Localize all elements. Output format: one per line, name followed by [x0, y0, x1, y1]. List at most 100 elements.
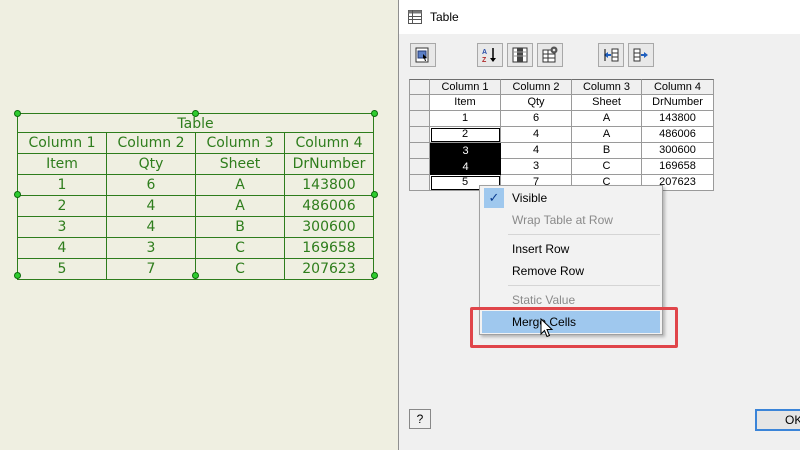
grip-point[interactable]: [14, 191, 21, 198]
drawing-table-header: Column 2: [107, 133, 196, 154]
drawing-table-cell: 3: [17, 217, 107, 238]
column-chooser-button[interactable]: [507, 43, 533, 67]
drawing-table-cell: 4: [107, 196, 196, 217]
menu-item-label: Wrap Table at Row: [512, 213, 613, 227]
drawing-table-cell: 5: [17, 259, 107, 280]
grid-cell[interactable]: 143800: [642, 111, 714, 127]
table-settings-button[interactable]: [537, 43, 563, 67]
drawing-table-cell: 4: [107, 217, 196, 238]
grid-cell[interactable]: Sheet: [572, 95, 642, 111]
grid-row-header[interactable]: [409, 175, 430, 191]
drawing-table-cell: 300600: [285, 217, 374, 238]
grid-cell[interactable]: Qty: [501, 95, 572, 111]
help-label: ?: [416, 412, 424, 426]
drawing-table-cell: 143800: [285, 175, 374, 196]
grid-cell[interactable]: 4: [501, 127, 572, 143]
menu-item-label: Visible: [512, 191, 548, 205]
grid-row: 3 4 B 300600: [409, 143, 714, 159]
grid-cell[interactable]: 6: [501, 111, 572, 127]
sort-button[interactable]: A Z: [477, 43, 503, 67]
drawing-table-cell: 7: [107, 259, 196, 280]
grid-row-header[interactable]: [409, 111, 430, 127]
grid-column-header[interactable]: Column 3: [572, 79, 642, 95]
grip-point[interactable]: [371, 110, 378, 117]
menu-item-visible[interactable]: ✓ Visible: [482, 187, 660, 209]
grip-point[interactable]: [192, 272, 199, 279]
grid-row-header[interactable]: [409, 127, 430, 143]
drawing-table-cell: 4: [17, 238, 107, 259]
callout-highlight-box: [470, 307, 678, 348]
drawing-table-row: 3 4 B 300600: [17, 217, 374, 238]
svg-text:A: A: [482, 49, 487, 56]
grid-cell[interactable]: 1: [430, 111, 501, 127]
grid-cell-selected[interactable]: 3: [430, 143, 501, 159]
grip-point[interactable]: [371, 191, 378, 198]
table-settings-icon: [542, 46, 558, 63]
drawing-table[interactable]: Table Column 1 Column 2 Column 3 Column …: [17, 113, 374, 280]
menu-item-wrap-table: Wrap Table at Row: [482, 209, 660, 231]
drawing-table-cell: A: [196, 175, 285, 196]
drawing-table-cell: 207623: [285, 259, 374, 280]
menu-separator: [508, 234, 660, 235]
grid-cell[interactable]: A: [572, 111, 642, 127]
insert-row-left-button[interactable]: [598, 43, 624, 67]
grip-point[interactable]: [14, 272, 21, 279]
drawing-table-row: 1 6 A 143800: [17, 175, 374, 196]
menu-item-remove-row[interactable]: Remove Row: [482, 260, 660, 282]
drawing-table-cell: B: [196, 217, 285, 238]
checkmark-icon: ✓: [484, 188, 504, 208]
table-grid[interactable]: Column 1 Column 2 Column 3 Column 4 Item…: [409, 79, 714, 191]
drawing-table-subheader-row: Item Qty Sheet DrNumber: [17, 154, 374, 175]
grid-cell[interactable]: 4: [501, 143, 572, 159]
table-icon: [408, 10, 422, 24]
row-insert-left-icon: [604, 48, 619, 62]
grid-column-header[interactable]: Column 4: [642, 79, 714, 95]
export-row-right-button[interactable]: [628, 43, 654, 67]
table-properties-button[interactable]: [410, 43, 436, 67]
drawing-table-cell: 169658: [285, 238, 374, 259]
drawing-table-subheader: DrNumber: [285, 154, 374, 175]
grid-row-header[interactable]: [409, 95, 430, 111]
grip-point[interactable]: [371, 272, 378, 279]
grid-cell[interactable]: 169658: [642, 159, 714, 175]
grid-cell[interactable]: 300600: [642, 143, 714, 159]
grip-point[interactable]: [14, 110, 21, 117]
grid-row-header[interactable]: [409, 143, 430, 159]
row-export-right-icon: [633, 48, 648, 62]
grid-row-header[interactable]: [409, 159, 430, 175]
grid-cell[interactable]: B: [572, 143, 642, 159]
drawing-table-header-row: Column 1 Column 2 Column 3 Column 4: [17, 133, 374, 154]
grid-cell[interactable]: A: [572, 127, 642, 143]
grid-cell[interactable]: C: [572, 159, 642, 175]
grid-cell[interactable]: 486006: [642, 127, 714, 143]
drawing-table-cell: 3: [107, 238, 196, 259]
ok-button[interactable]: OK: [755, 409, 800, 431]
menu-item-label: Remove Row: [512, 264, 585, 278]
drawing-table-cell: C: [196, 259, 285, 280]
grid-subheader-row: Item Qty Sheet DrNumber: [409, 95, 714, 111]
drawing-table-cell: 6: [107, 175, 196, 196]
sort-az-icon: A Z: [482, 48, 496, 64]
grid-row: 2 4 A 486006: [409, 127, 714, 143]
drawing-table-cell: 486006: [285, 196, 374, 217]
grid-column-header[interactable]: Column 1: [430, 79, 501, 95]
grid-column-header[interactable]: Column 2: [501, 79, 572, 95]
drawing-table-subheader: Sheet: [196, 154, 285, 175]
ok-label: OK: [785, 413, 800, 427]
grid-corner[interactable]: [409, 79, 430, 95]
drawing-table-header: Column 1: [17, 133, 107, 154]
drawing-table-header: Column 3: [196, 133, 285, 154]
grid-cell[interactable]: 2: [430, 127, 501, 143]
dialog-titlebar[interactable]: Table: [399, 0, 800, 34]
grid-cell[interactable]: DrNumber: [642, 95, 714, 111]
menu-item-insert-row[interactable]: Insert Row: [482, 238, 660, 260]
grip-point[interactable]: [192, 110, 199, 117]
help-button[interactable]: ?: [409, 409, 431, 429]
mouse-cursor-icon: [540, 318, 554, 338]
drawing-table-cell: 2: [17, 196, 107, 217]
grid-cell-selected[interactable]: 4: [430, 159, 501, 175]
grid-cell[interactable]: Item: [430, 95, 501, 111]
drawing-table-cell: A: [196, 196, 285, 217]
grid-cell[interactable]: 3: [501, 159, 572, 175]
drawing-table-subheader: Item: [17, 154, 107, 175]
